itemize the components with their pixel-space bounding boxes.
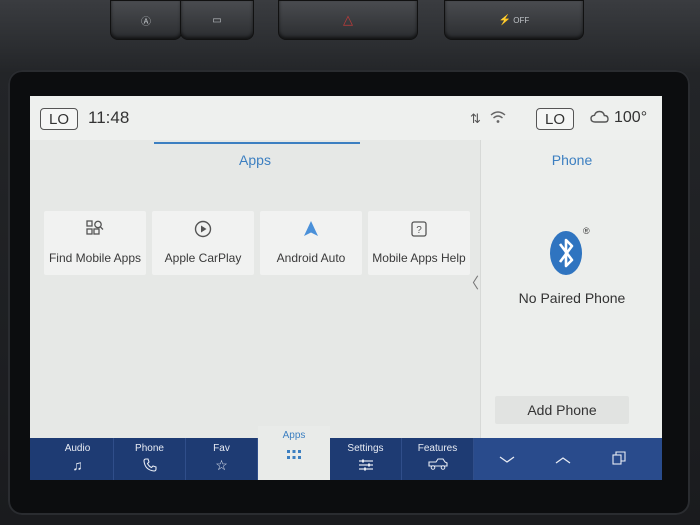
nav-label: Settings: [347, 443, 384, 454]
clock: 11:48: [88, 108, 130, 127]
apps-panel: [30, 140, 480, 438]
tile-label: Find Mobile Apps: [48, 251, 142, 265]
android-auto-icon: [302, 219, 320, 239]
panel-controls: [474, 438, 662, 480]
traction-control-icon: ⚡: [498, 14, 512, 26]
hazard-button[interactable]: △: [278, 0, 418, 40]
nav-label: Fav: [213, 443, 230, 454]
panel-stack-icon: [612, 450, 626, 468]
nav-label: Phone: [135, 443, 164, 454]
svg-text:?: ?: [416, 225, 422, 236]
outside-temperature: 100°: [614, 109, 648, 126]
settings-sliders-icon: [358, 458, 374, 474]
auto-start-stop-button[interactable]: Ⓐ: [110, 0, 182, 40]
find-mobile-apps-tile[interactable]: Find Mobile Apps: [44, 211, 146, 275]
status-bar: LO 11:48 ⇅ LO 100°: [30, 96, 662, 140]
bottom-nav-bar: Audio ♫ Phone Fav ☆ Settings Features: [30, 438, 662, 480]
panel-up-button[interactable]: [536, 438, 590, 480]
driver-temp-label: LO: [48, 110, 69, 128]
star-icon: ☆: [215, 457, 228, 473]
phone-panel: Phone ® No Paired Phone Add Phone: [480, 140, 662, 438]
wifi-icon: [490, 110, 506, 127]
nav-label: Features: [417, 443, 458, 454]
apps-grid-icon: [286, 449, 302, 464]
music-note-icon: ♫: [72, 457, 83, 473]
parking-aid-button[interactable]: ▭: [180, 0, 254, 40]
tile-label: Apple CarPlay: [164, 251, 242, 265]
nav-features[interactable]: Features: [402, 438, 474, 480]
nav-fav[interactable]: Fav ☆: [186, 438, 258, 480]
bluetooth-icon: ®: [549, 226, 590, 276]
tile-label: Mobile Apps Help: [372, 251, 466, 265]
traction-control-off-button[interactable]: ⚡ OFF: [444, 0, 584, 40]
apps-tab-indicator: [154, 142, 360, 144]
find-apps-icon: [86, 219, 104, 239]
nav-phone[interactable]: Phone: [114, 438, 186, 480]
android-auto-tile[interactable]: Android Auto: [260, 211, 362, 275]
nav-audio[interactable]: Audio ♫: [42, 438, 114, 480]
nav-settings[interactable]: Settings: [330, 438, 402, 480]
nav-label: Audio: [64, 443, 91, 454]
apps-title: Apps: [239, 152, 271, 168]
driver-temp-button[interactable]: LO: [40, 108, 78, 130]
add-phone-label: Add Phone: [527, 402, 597, 418]
passenger-temp-button[interactable]: LO: [536, 108, 574, 130]
chevron-up-icon: [555, 451, 571, 467]
chevron-down-icon: [499, 451, 515, 467]
panel-layout-button[interactable]: [592, 438, 646, 480]
sync-screen: LO 11:48 ⇅ LO 100° Apps Find Mobile Apps…: [30, 96, 662, 480]
data-transfer-icon: ⇅: [470, 111, 481, 126]
passenger-temp-label: LO: [544, 110, 565, 128]
nav-apps[interactable]: Apps: [258, 426, 330, 480]
help-icon: ?: [411, 219, 427, 239]
panel-collapse-handle[interactable]: 〈: [464, 272, 479, 293]
apple-carplay-tile[interactable]: Apple CarPlay: [152, 211, 254, 275]
truck-icon: [427, 458, 448, 472]
weather-cloud-icon: [590, 109, 610, 128]
carplay-icon: [194, 219, 212, 239]
phone-icon: [142, 458, 157, 474]
auto-start-stop-icon: Ⓐ: [141, 16, 151, 28]
panel-down-button[interactable]: [480, 438, 534, 480]
hazard-icon: △: [343, 12, 353, 27]
add-phone-button[interactable]: Add Phone: [495, 396, 629, 424]
traction-off-label: OFF: [513, 15, 530, 25]
phone-title: Phone: [551, 152, 593, 168]
mobile-apps-help-tile[interactable]: ? Mobile Apps Help: [368, 211, 470, 275]
phone-status: No Paired Phone: [518, 290, 626, 306]
registered-mark-icon: ®: [583, 226, 590, 236]
nav-label: Apps: [282, 430, 306, 441]
tile-label: Android Auto: [276, 251, 346, 265]
parking-aid-icon: ▭: [212, 14, 222, 26]
